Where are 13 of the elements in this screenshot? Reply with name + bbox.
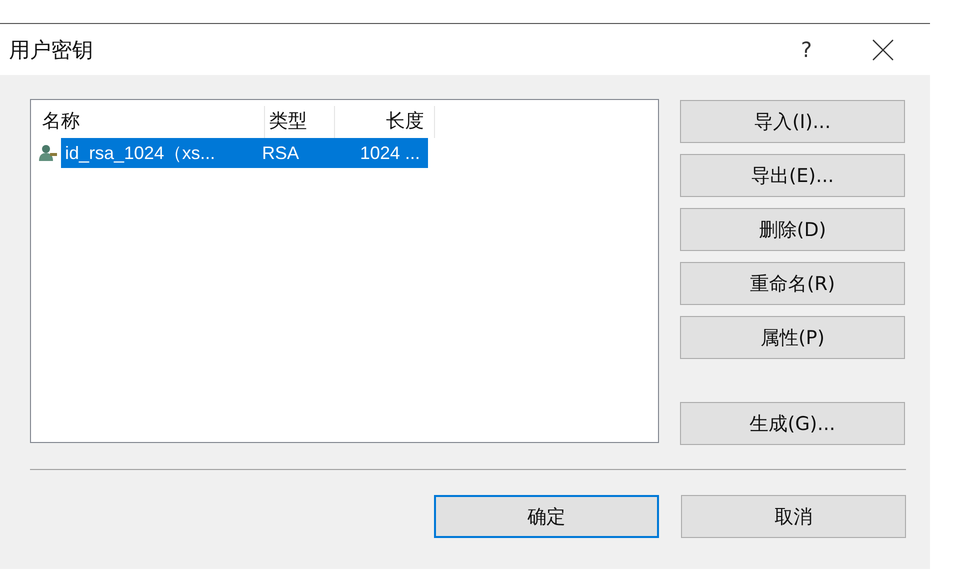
dialog-button[interactable]: 确定 (434, 495, 659, 538)
side-button[interactable]: 重命名(R) (680, 262, 905, 305)
key-row[interactable]: id_rsa_1024（xs... RSA 1024 ... (61, 138, 428, 168)
window-title: 用户密钥 (9, 36, 94, 64)
side-button[interactable]: 生成(G)... (680, 402, 905, 445)
key-user-icon (38, 144, 58, 162)
dialog-button[interactable]: 取消 (681, 495, 906, 538)
side-button[interactable]: 导出(E)... (680, 154, 905, 197)
side-button[interactable]: 属性(P) (680, 316, 905, 359)
help-button[interactable]: ? (800, 38, 812, 62)
side-button[interactable]: 删除(D) (680, 208, 905, 251)
side-button[interactable]: 导入(I)... (680, 100, 905, 143)
close-icon[interactable] (872, 38, 894, 60)
